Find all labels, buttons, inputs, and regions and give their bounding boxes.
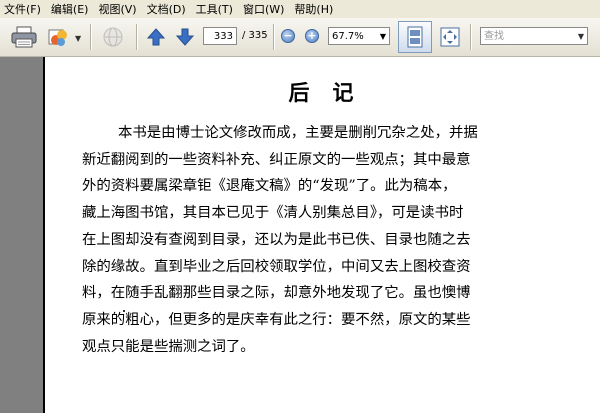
next-page-button[interactable] xyxy=(174,26,196,48)
menu-view[interactable]: 视图(V) xyxy=(94,1,142,17)
publish-dropdown-icon[interactable]: ▼ xyxy=(75,34,81,43)
document-body: 本书是由博士论文修改而成，主要是删削冗杂之处，并据 新近翻阅到的一些资料补充、纠… xyxy=(82,120,544,360)
menu-help[interactable]: 帮助(H) xyxy=(290,1,339,17)
fit-width-icon xyxy=(440,27,460,47)
globe-icon xyxy=(103,27,123,47)
text-line: 本书是由博士论文修改而成，主要是删削冗杂之处，并据 xyxy=(118,125,478,141)
zoom-in-icon: + xyxy=(307,29,317,42)
fit-page-icon xyxy=(407,26,423,48)
text-line: 藏上海图书馆，其目本已见于《清人别集总目》，可是读书时 xyxy=(82,205,464,222)
text-line: 在上图却没有查阅到目录，还以为是此书已佚、目录也随之去 xyxy=(82,231,471,248)
fit-width-button[interactable] xyxy=(436,24,464,50)
toolbar: ▼ 333 / 335 − + 67.7% ▼ 查找 ▼ xyxy=(0,18,600,57)
chevron-down-icon: ▼ xyxy=(577,32,584,41)
text-line: 除的缘故。直到毕业之后回校领取学位，中间又去上图校查资 xyxy=(82,258,471,275)
arrow-down-icon xyxy=(175,28,195,46)
menu-window[interactable]: 窗口(W) xyxy=(239,1,290,17)
search-placeholder: 查找 xyxy=(484,31,504,42)
zoom-out-button[interactable]: − xyxy=(281,29,295,43)
text-line: 料，在随手乱翻那些目录之际，却意外地发现了它。虽也懊博 xyxy=(82,285,471,302)
previous-page-button[interactable] xyxy=(145,26,167,48)
layers-icon xyxy=(48,29,67,46)
document-pane-gutter xyxy=(0,57,43,413)
text-line: 观点只能是些揣测之词了。 xyxy=(82,338,255,355)
menu-bar: 文件(F) 编辑(E) 视图(V) 文档(D) 工具(T) 窗口(W) 帮助(H… xyxy=(0,0,600,18)
search-input[interactable]: 查找 ▼ xyxy=(480,27,588,45)
zoom-out-icon: − xyxy=(283,29,293,42)
page-edge xyxy=(43,57,45,413)
menu-tools[interactable]: 工具(T) xyxy=(192,1,239,17)
toolbar-separator xyxy=(90,24,91,50)
menu-edit[interactable]: 编辑(E) xyxy=(47,1,95,17)
fit-page-button[interactable] xyxy=(398,21,432,53)
page-total-label: / 335 xyxy=(242,30,268,41)
toolbar-separator xyxy=(273,24,274,50)
text-line: 原来的粗心，但更多的是庆幸有此之行：要不然，原文的某些 xyxy=(82,311,471,328)
page-title: 后 记 xyxy=(288,80,355,105)
page-number-input[interactable]: 333 xyxy=(203,27,237,45)
zoom-select[interactable]: 67.7% ▼ xyxy=(328,27,390,45)
zoom-value: 67.7% xyxy=(332,31,364,42)
toolbar-separator xyxy=(136,24,137,50)
zoom-in-button[interactable]: + xyxy=(305,29,319,43)
text-line: 新近翻阅到的一些资料补充、纠正原文的一些观点；其中最意 xyxy=(82,151,471,168)
printer-icon xyxy=(11,26,37,48)
publish-button[interactable] xyxy=(46,25,72,49)
print-button[interactable] xyxy=(10,25,38,49)
menu-file[interactable]: 文件(F) xyxy=(0,1,47,17)
chevron-down-icon: ▼ xyxy=(379,32,386,41)
arrow-up-icon xyxy=(146,28,166,46)
menu-document[interactable]: 文档(D) xyxy=(143,1,192,17)
collaborate-button[interactable] xyxy=(100,25,126,49)
text-line: 外的资料要属梁章钜《退庵文稿》的“发现”了。此为稿本， xyxy=(82,178,457,195)
toolbar-separator xyxy=(470,24,471,50)
